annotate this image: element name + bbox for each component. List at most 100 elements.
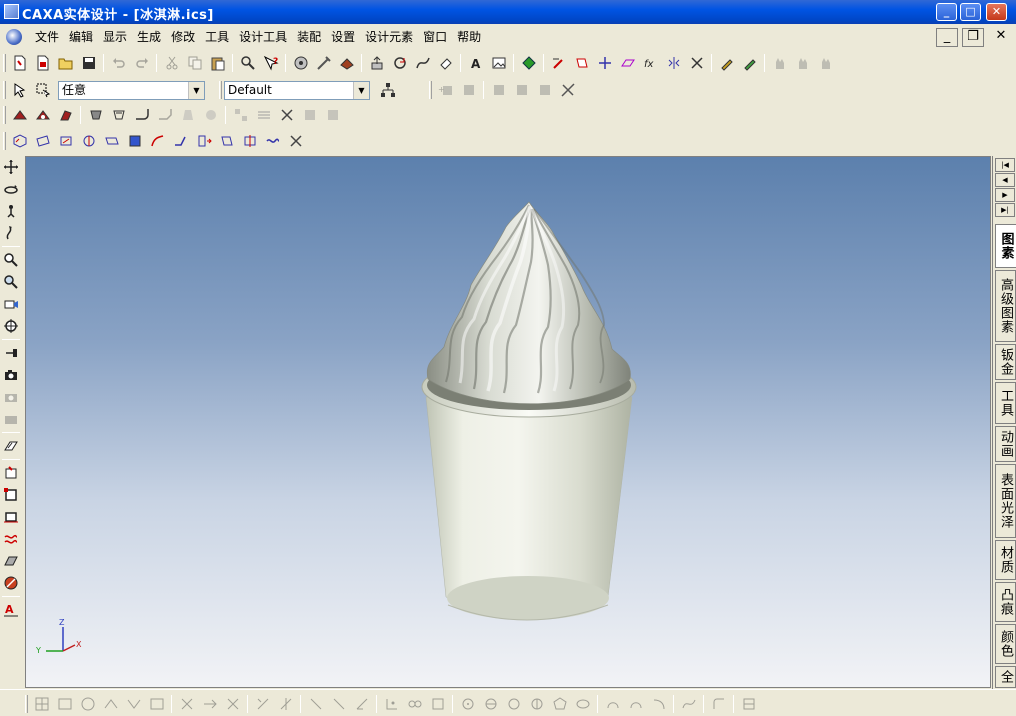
undo-icon[interactable] [107,52,130,74]
style-combo[interactable]: Default ▼ [224,80,370,100]
mdi-close-button[interactable]: ✕ [990,28,1012,47]
extrude-icon[interactable] [8,104,31,126]
prev-tab-button[interactable]: ◀ [995,173,1015,187]
hand-point-icon[interactable] [814,52,837,74]
view-camera-icon[interactable] [0,293,22,315]
circle-slash-icon[interactable] [0,572,22,594]
tab-primitives[interactable]: 图素 [995,224,1016,268]
sketch-trim-icon[interactable] [221,693,244,715]
next-tab-button[interactable]: ▶ [995,188,1015,202]
surface-trim-icon[interactable] [238,130,261,152]
menu-assembly[interactable]: 装配 [292,30,326,45]
menu-modify[interactable]: 修改 [166,30,200,45]
dynamic-rotate-icon[interactable] [0,222,22,244]
hand-icon[interactable] [768,52,791,74]
walk-icon[interactable] [0,200,22,222]
orbit-icon[interactable] [0,178,22,200]
first-tab-button[interactable]: |◀ [995,158,1015,172]
sketch-image-icon[interactable] [145,693,168,715]
sketch-angle-icon[interactable] [350,693,373,715]
measure-icon[interactable] [556,79,579,101]
close-button[interactable]: ✕ [986,3,1007,21]
sketch-arrow-icon[interactable] [198,693,221,715]
tab-color[interactable]: 颜色 [995,624,1016,664]
assembly-icon[interactable] [289,52,312,74]
redo-icon[interactable] [130,52,153,74]
tab-sheet-metal[interactable]: 钣金 [995,344,1016,380]
solid-alt-icon[interactable] [321,104,344,126]
eraser-icon[interactable] [434,52,457,74]
formula-icon[interactable]: fx [639,52,662,74]
menu-view[interactable]: 显示 [98,30,132,45]
surface-curve-icon[interactable] [146,130,169,152]
sketch-icon[interactable] [547,52,570,74]
image-icon[interactable] [487,52,510,74]
sketch-square-icon[interactable] [426,693,449,715]
section-view-icon[interactable] [0,435,22,457]
sketch-snap-icon[interactable] [251,693,274,715]
plane-icon[interactable] [616,52,639,74]
parallelogram-icon[interactable] [0,550,22,572]
save-icon[interactable] [77,52,100,74]
sketch-line-icon[interactable] [304,693,327,715]
tool-cross-icon[interactable] [275,104,298,126]
toolbar-grip[interactable] [3,132,6,150]
shell-icon[interactable] [107,104,130,126]
split-icon[interactable] [199,104,222,126]
maximize-button[interactable]: □ [960,3,981,21]
toolbar-grip[interactable] [3,106,6,124]
pen-icon[interactable] [715,52,738,74]
sketch-point-icon[interactable] [380,693,403,715]
sketch-circle-d-icon[interactable] [525,693,548,715]
sketch-polygon-icon[interactable] [548,693,571,715]
surface-patch-icon[interactable] [54,130,77,152]
sketch-arc-c-icon[interactable] [647,693,670,715]
face-icon[interactable] [570,52,593,74]
sketch-ellipse-icon[interactable] [571,693,594,715]
chevron-down-icon[interactable]: ▼ [188,81,204,99]
loft-icon[interactable] [84,104,107,126]
tab-surface-finish[interactable]: 表面光泽 [995,464,1016,538]
wave-select-icon[interactable] [0,528,22,550]
export-icon[interactable] [365,52,388,74]
shape-edit-icon[interactable] [487,79,510,101]
surface-loft-icon[interactable] [31,130,54,152]
tab-emboss[interactable]: 凸痕 [995,582,1016,622]
tab-animation[interactable]: 动画 [995,426,1016,462]
paste-icon[interactable] [206,52,229,74]
sketch-circle-c-icon[interactable] [502,693,525,715]
smart-snap-icon[interactable] [517,52,540,74]
tab-advanced-primitives[interactable]: 高级图素 [995,270,1016,342]
chamfer-icon[interactable] [153,104,176,126]
tab-material[interactable]: 材质 [995,540,1016,580]
select-arrow-icon[interactable] [8,79,31,101]
new-design-icon[interactable] [8,52,31,74]
pattern-icon[interactable] [229,104,252,126]
shape-copy-icon[interactable] [533,79,556,101]
pen-alt-icon[interactable] [738,52,761,74]
hand-drag-icon[interactable] [791,52,814,74]
toolbar-grip[interactable] [3,81,6,99]
surface-extend-icon[interactable] [169,130,192,152]
surface-box-icon[interactable] [8,130,31,152]
draft-icon[interactable] [176,104,199,126]
toolbar-grip[interactable] [25,695,28,713]
toolbar-grip[interactable] [3,54,6,72]
menu-window[interactable]: 窗口 [418,30,452,45]
help-pointer-icon[interactable]: ? [259,52,282,74]
menu-design-elements[interactable]: 设计元素 [360,30,418,45]
add-shape-icon[interactable]: + [434,79,457,101]
mdi-minimize-button[interactable]: _ [936,28,958,47]
surface-plane-icon[interactable] [100,130,123,152]
sweep-icon[interactable] [54,104,77,126]
sketch-tangent-icon[interactable] [327,693,350,715]
sketch-circle-icon[interactable] [76,693,99,715]
cross-tool-icon[interactable] [685,52,708,74]
copy-icon[interactable] [183,52,206,74]
sketch-rect-icon[interactable] [53,693,76,715]
tab-tools[interactable]: 工具 [995,382,1016,424]
sketch-constraint-icon[interactable] [737,693,760,715]
pan-icon[interactable] [0,156,22,178]
render-icon[interactable] [335,52,358,74]
mdi-restore-button[interactable]: ❐ [962,28,984,47]
